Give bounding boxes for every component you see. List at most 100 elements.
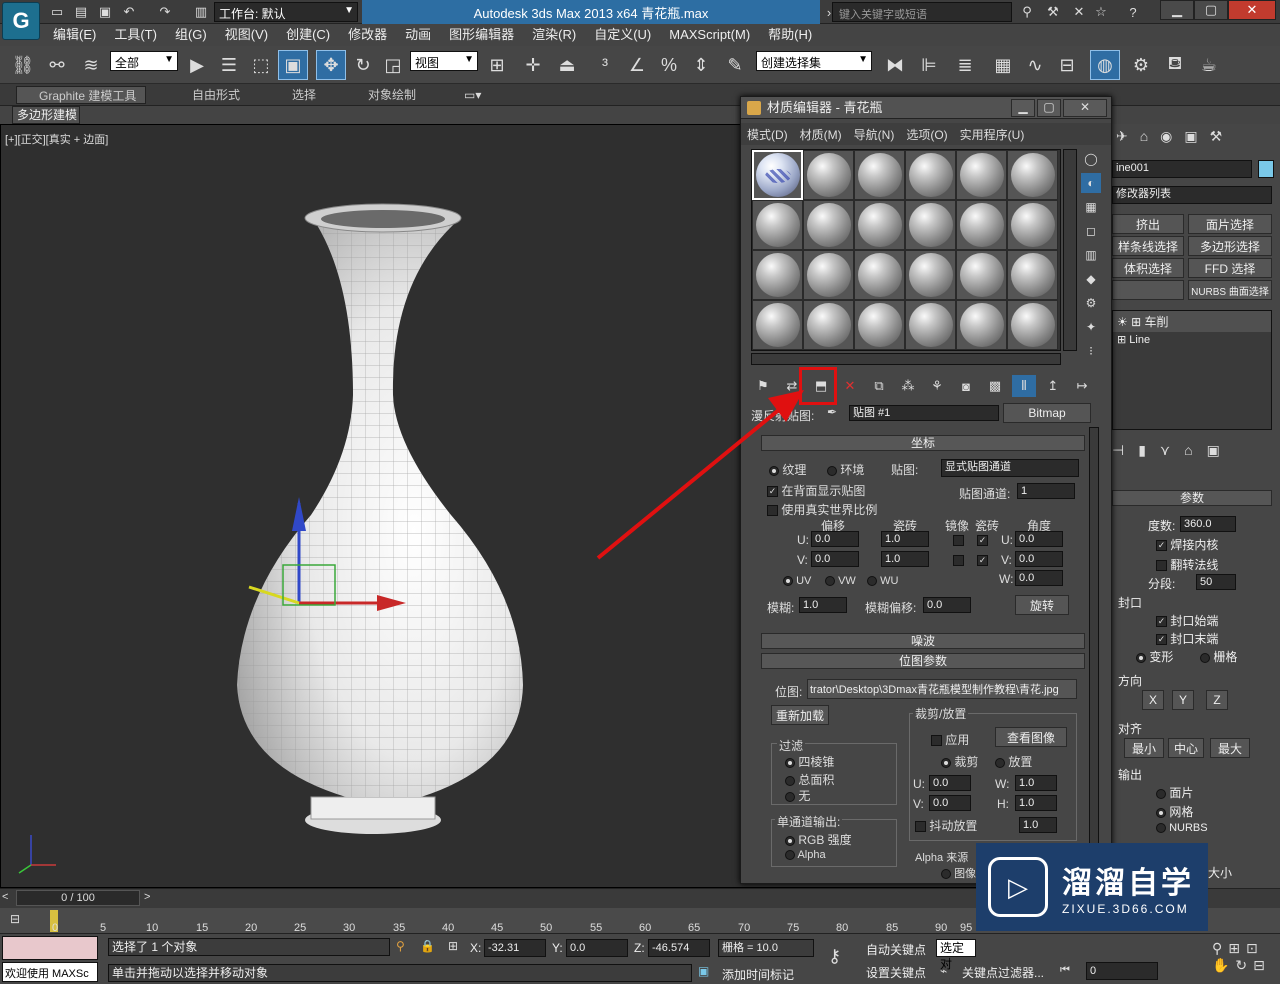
redo-icon[interactable]: ↷ xyxy=(156,3,174,21)
rgb-radio[interactable]: RGB 强度 xyxy=(785,831,852,848)
mated-menu-navigation[interactable]: 导航(N) xyxy=(848,126,901,143)
material-slot[interactable] xyxy=(854,150,905,200)
object-name-input[interactable]: ine001 xyxy=(1112,160,1252,178)
alpha-radio[interactable]: Alpha xyxy=(785,849,826,861)
degrees-input[interactable]: 360.0 xyxy=(1180,516,1236,532)
material-slot[interactable] xyxy=(905,200,956,250)
material-slot[interactable] xyxy=(803,200,854,250)
mated-menu-utilities[interactable]: 实用程序(U) xyxy=(954,126,1031,143)
maxscript-mini-listener[interactable]: 欢迎使用 MAXSc xyxy=(2,962,98,982)
cap-start-row[interactable]: ✓ 封口始端 xyxy=(1156,612,1218,629)
menu-maxscript[interactable]: MAXScript(M) xyxy=(660,24,759,46)
direction-z-button[interactable]: Z xyxy=(1206,690,1228,710)
background-icon[interactable]: ▦ xyxy=(1081,197,1101,217)
copy-material-icon[interactable]: ⧉ xyxy=(867,375,891,397)
slots-vscrollbar[interactable] xyxy=(1063,149,1077,351)
mated-menu-modes[interactable]: 模式(D) xyxy=(741,126,794,143)
make-unique-icon[interactable]: ⁂ xyxy=(896,375,920,397)
material-slot[interactable] xyxy=(1007,300,1058,350)
select-by-name-icon[interactable]: ☰ xyxy=(214,50,244,80)
rotate-button[interactable]: 旋转 xyxy=(1015,595,1069,615)
ribbon-tab-graphite[interactable]: Graphite 建模工具 xyxy=(16,86,146,104)
backlight-icon[interactable]: ◐ xyxy=(1081,173,1101,193)
pyramid-radio[interactable]: 四棱锥 xyxy=(785,753,834,770)
video-color-check-icon[interactable]: ▥ xyxy=(1081,245,1101,265)
reference-coord-dropdown[interactable]: 视图 ▼ xyxy=(410,51,478,71)
uv-radio[interactable]: UV xyxy=(783,575,811,587)
material-slot[interactable] xyxy=(854,200,905,250)
v-offset-input[interactable]: 0.0 xyxy=(811,551,859,567)
sample-uv-tiling-icon[interactable]: ◻ xyxy=(1081,221,1101,241)
material-slot[interactable] xyxy=(854,300,905,350)
menu-graph-editors[interactable]: 图形编辑器 xyxy=(440,24,523,46)
maximize-button[interactable]: ▢ xyxy=(1194,0,1228,20)
material-slot[interactable] xyxy=(752,250,803,300)
mated-close-button[interactable]: ✕ xyxy=(1063,99,1107,117)
set-key-button[interactable]: 设置关键点 xyxy=(866,964,926,981)
modifier-list-dropdown[interactable]: 修改器列表 xyxy=(1112,186,1272,204)
key-icon[interactable]: ⚷ xyxy=(828,946,858,972)
show-back-row[interactable]: ✓ 在背面显示贴图 xyxy=(767,482,865,499)
select-object-icon[interactable]: ▶ xyxy=(182,50,212,80)
slots-hscrollbar[interactable] xyxy=(751,353,1061,365)
lock-selection-icon[interactable]: 🔒 xyxy=(420,939,435,953)
patch-select-button[interactable]: 面片选择 xyxy=(1188,214,1272,234)
blur-offset-input[interactable]: 0.0 xyxy=(923,597,971,613)
v-tile-checkbox[interactable]: ✓ xyxy=(977,553,988,567)
viewport-nav-icons[interactable]: ⚲⊞⊡ ✋↻⊟ xyxy=(1212,940,1278,980)
add-time-tag[interactable]: 添加时间标记 xyxy=(722,966,794,983)
mirror-icon[interactable]: ⧓ xyxy=(880,50,910,80)
workspace-selector[interactable]: 工作台: 默认 ▼ xyxy=(214,2,358,22)
isolate-icon[interactable]: ⚲ xyxy=(396,939,405,953)
material-slot[interactable] xyxy=(752,150,803,200)
new-file-icon[interactable]: ▭ xyxy=(48,3,66,21)
absolute-mode-icon[interactable]: ⊞ xyxy=(448,939,458,953)
output-patch-radio[interactable]: 面片 xyxy=(1156,784,1193,801)
select-rotate-icon[interactable]: ↻ xyxy=(348,50,378,80)
environ-radio[interactable]: 环境 xyxy=(827,461,864,478)
rendered-frame-icon[interactable]: ⛾ xyxy=(1160,50,1190,80)
material-slot[interactable] xyxy=(956,200,1007,250)
timeline-prev-icon[interactable]: < xyxy=(2,891,8,903)
mated-minimize-button[interactable]: ▁ xyxy=(1011,99,1035,117)
time-config-icon[interactable]: ⏮ xyxy=(1060,964,1070,977)
menu-help[interactable]: 帮助(H) xyxy=(759,24,821,46)
show-map-in-viewport-icon[interactable]: ▩ xyxy=(983,375,1007,397)
favorites-icon[interactable]: ☆ xyxy=(1092,3,1110,21)
menu-customize[interactable]: 自定义(U) xyxy=(585,24,660,46)
curve-editor-icon[interactable]: ∿ xyxy=(1020,50,1050,80)
map-name-input[interactable]: 贴图 #1 xyxy=(849,405,999,421)
snaps-toggle-icon[interactable]: ³ xyxy=(590,50,620,80)
menu-views[interactable]: 视图(V) xyxy=(216,24,277,46)
eyedropper-icon[interactable]: ✒ xyxy=(827,405,837,419)
help-icon[interactable]: ? xyxy=(1124,3,1142,21)
apply-row[interactable]: 应用 xyxy=(931,731,969,748)
y-coord-input[interactable]: 0.0 xyxy=(566,939,628,957)
reset-map-icon[interactable]: ✕ xyxy=(838,375,862,397)
u-mirror-checkbox[interactable] xyxy=(953,533,964,547)
cap-end-row[interactable]: ✓ 封口末端 xyxy=(1156,630,1218,647)
select-scale-icon[interactable]: ◲ xyxy=(378,50,408,80)
view-image-button[interactable]: 查看图像 xyxy=(995,727,1067,747)
ribbon-tab-freeform[interactable]: 自由形式 xyxy=(192,86,240,104)
direction-x-button[interactable]: X xyxy=(1142,690,1164,710)
frame-input[interactable]: 0 xyxy=(1086,962,1158,980)
material-slot[interactable] xyxy=(854,250,905,300)
ribbon-polygon-modeling[interactable]: 多边形建模 xyxy=(12,106,80,124)
coords-rollout-header[interactable]: 坐标 xyxy=(761,435,1085,451)
unlink-icon[interactable]: ⚯ xyxy=(42,50,72,80)
material-slot[interactable] xyxy=(752,200,803,250)
render-production-icon[interactable]: ☕ xyxy=(1194,50,1224,80)
curve-editor-mini-icon[interactable]: ⊟ xyxy=(10,912,34,930)
bitmap-path-button[interactable]: trator\Desktop\3Dmax青花瓶模型制作教程\青花.jpg xyxy=(807,679,1077,699)
go-to-parent-icon[interactable]: ↥ xyxy=(1041,375,1065,397)
u-tiling-input[interactable]: 1.0 xyxy=(881,531,929,547)
jitter-row[interactable]: 抖动放置 xyxy=(915,817,977,834)
map-type-button[interactable]: Bitmap xyxy=(1003,403,1091,423)
select-move-icon[interactable]: ✥ xyxy=(316,50,346,80)
get-material-icon[interactable]: ⚑ xyxy=(751,375,775,397)
auto-key-button[interactable]: 自动关键点 xyxy=(866,941,926,958)
weld-core-row[interactable]: ✓ 焊接内核 xyxy=(1156,536,1218,553)
material-slot[interactable] xyxy=(956,250,1007,300)
align-center-button[interactable]: 中心 xyxy=(1168,738,1204,758)
